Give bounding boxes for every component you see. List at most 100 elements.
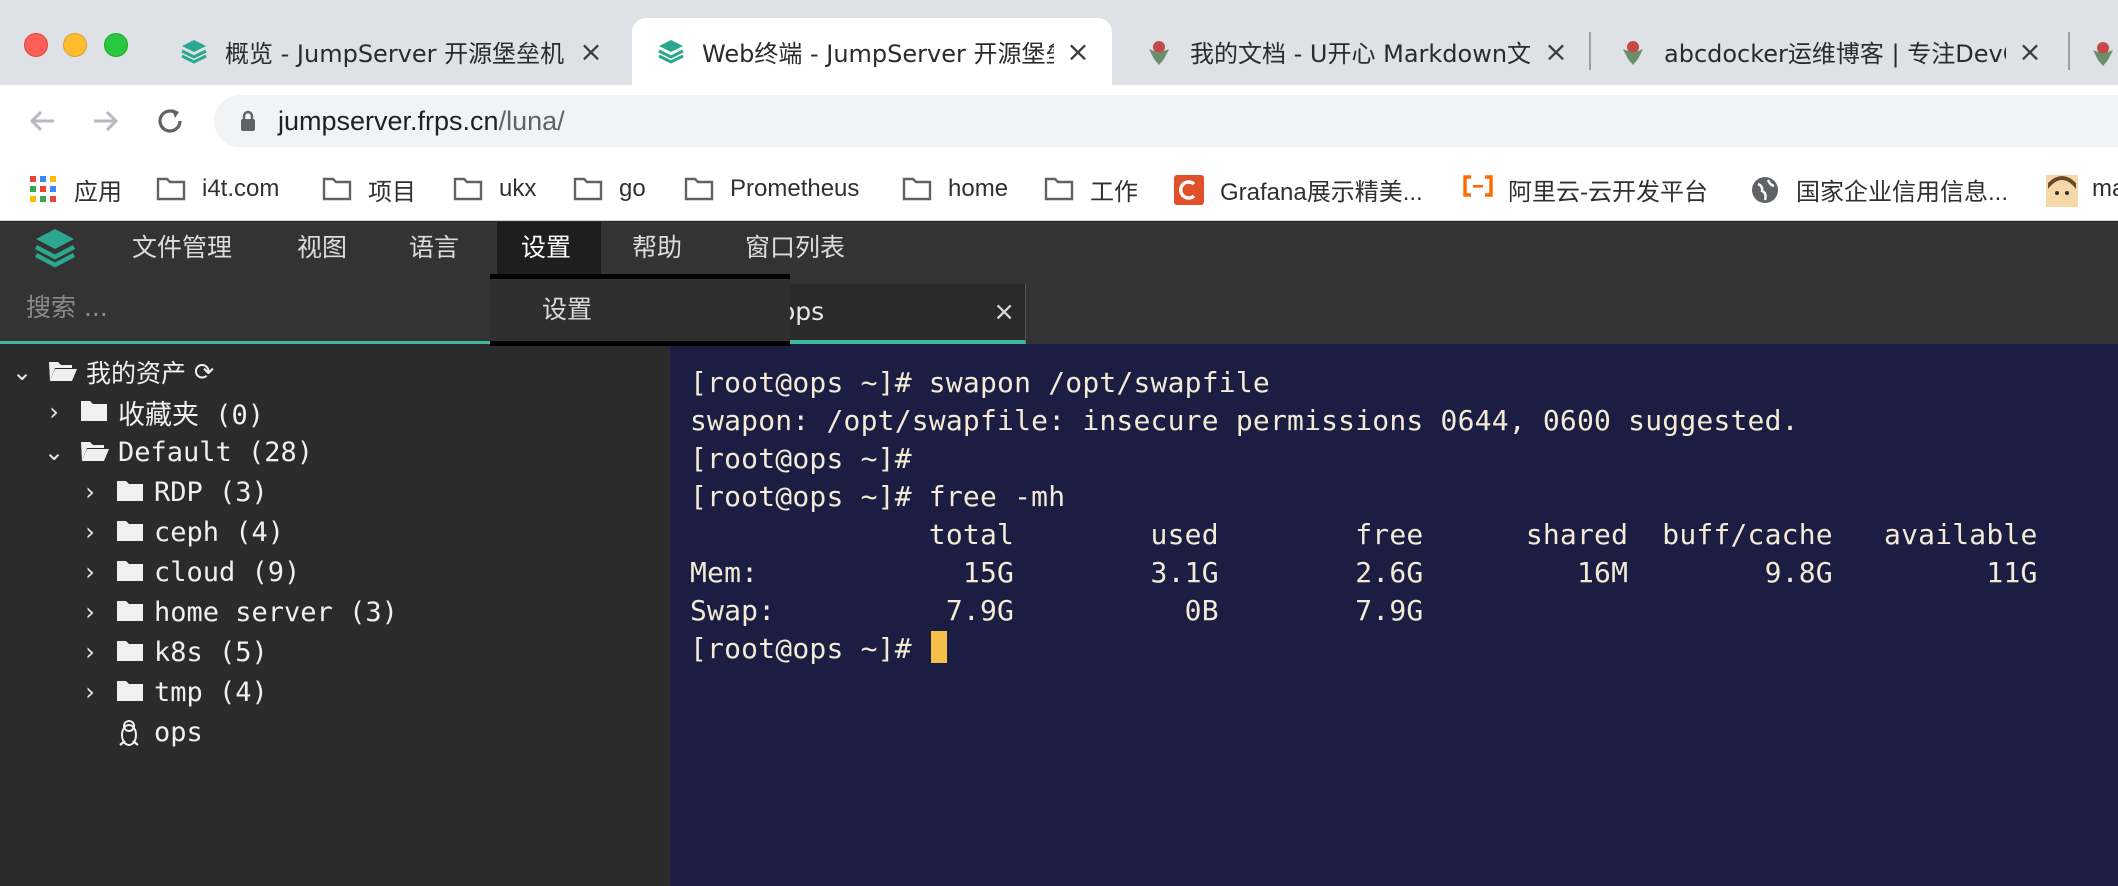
bookmark-label: ma [2092, 175, 2118, 202]
close-icon[interactable]: × [1064, 37, 1092, 66]
aliyun-icon [1462, 175, 1493, 203]
asset-search-input[interactable] [0, 274, 490, 344]
close-icon[interactable]: × [577, 37, 605, 66]
bookmark-grafana[interactable]: Grafana展示精美... [1174, 157, 1423, 221]
jumpserver-logo-icon [181, 39, 207, 64]
folder-icon [573, 175, 603, 203]
minimize-window-button[interactable] [63, 33, 87, 57]
folder-open-icon [48, 359, 80, 385]
bookmark-folder[interactable]: Prometheus [684, 157, 859, 221]
tree-node-group[interactable]: › RDP (3) [78, 472, 268, 512]
folder-icon [116, 559, 148, 585]
arrow-right-icon [94, 110, 119, 132]
tab-strip: ops × [0, 274, 2118, 344]
folder-icon [322, 175, 352, 203]
menu-view[interactable]: 视图 [273, 222, 371, 274]
menu-settings[interactable]: 设置 [497, 222, 601, 274]
bookmark-folder[interactable]: home [902, 157, 1008, 221]
terminal-line: [root@ops ~]# free -mh [690, 480, 1066, 513]
browser-tab[interactable]: 我的文档 - U开心 Markdown文档 × [1120, 18, 1590, 85]
arrow-left-icon [29, 110, 54, 132]
tree-node-group[interactable]: › tmp (4) [78, 672, 268, 712]
bookmark-label: 阿里云-云开发平台 [1508, 178, 1708, 206]
tree-node-host[interactable]: ops [116, 712, 203, 752]
chevron-right-icon[interactable]: › [78, 558, 102, 586]
folder-open-icon [80, 439, 112, 465]
close-icon[interactable]: × [2016, 37, 2044, 66]
terminal-line: swapon: /opt/swapfile: insecure permissi… [690, 404, 1799, 437]
chevron-right-icon[interactable]: › [78, 518, 102, 546]
terminal-pane[interactable]: [root@ops ~]# swapon /opt/swapfile swapo… [670, 344, 2118, 886]
menu-file-management[interactable]: 文件管理 [108, 222, 256, 274]
bookmark-label: 工作 [1090, 178, 1138, 206]
tree-node-label: k8s (5) [154, 636, 268, 668]
tab-separator [2068, 32, 2070, 70]
tree-node-label: ceph (4) [154, 516, 285, 548]
bookmark-folder[interactable]: i4t.com [156, 157, 279, 221]
chevron-down-icon[interactable]: ⌄ [42, 438, 66, 466]
favicon-icon [1623, 40, 1643, 65]
terminal-prompt-line: [root@ops ~]# [690, 630, 947, 668]
reload-button[interactable] [150, 101, 190, 141]
folder-icon [684, 175, 714, 203]
browser-toolbar: jumpserver.frps.cn/luna/ [0, 85, 2118, 157]
chevron-right-icon[interactable]: › [78, 598, 102, 626]
tree-node-group[interactable]: › home server (3) [78, 592, 398, 632]
folder-icon [116, 599, 148, 625]
tree-node-label: Default (28) [118, 436, 314, 468]
bookmark-avatar[interactable]: ma [2046, 157, 2118, 221]
bookmark-folder[interactable]: ukx [453, 157, 536, 221]
close-icon[interactable]: × [993, 284, 1015, 340]
folder-icon [1044, 175, 1074, 203]
chevron-right-icon[interactable]: › [78, 478, 102, 506]
folder-icon [453, 175, 483, 203]
bookmark-folder[interactable]: 工作 [1044, 157, 1138, 221]
reload-icon [158, 109, 182, 133]
back-button[interactable] [22, 101, 62, 141]
chevron-right-icon[interactable]: › [42, 398, 66, 426]
folder-icon [116, 639, 148, 665]
close-icon[interactable]: × [1542, 37, 1570, 66]
menu-language[interactable]: 语言 [385, 222, 483, 274]
bookmark-folder[interactable]: 项目 [322, 157, 416, 221]
browser-tab-active[interactable]: Web终端 - JumpServer 开源堡垒机 × [632, 18, 1112, 85]
forward-button[interactable] [86, 101, 126, 141]
bookmarks-bar: 应用 i4t.com 项目 ukx go Prometheus home 工作 … [0, 157, 2118, 221]
tree-node-group[interactable]: › cloud (9) [78, 552, 300, 592]
tree-node-favorites[interactable]: › 收藏夹 (0) [42, 392, 264, 432]
close-window-button[interactable] [24, 33, 48, 57]
address-bar[interactable]: jumpserver.frps.cn/luna/ [214, 95, 2118, 147]
tree-node-default[interactable]: ⌄ Default (28) [42, 432, 313, 472]
bookmark-aliyun[interactable]: 阿里云-云开发平台 [1462, 157, 1708, 221]
chevron-right-icon[interactable]: › [78, 678, 102, 706]
tree-node-label: tmp (4) [154, 676, 268, 708]
tree-node-label: cloud (9) [154, 556, 301, 588]
browser-tab[interactable]: 概览 - JumpServer 开源堡垒机 × [155, 18, 625, 85]
menu-help[interactable]: 帮助 [608, 222, 706, 274]
refresh-icon[interactable]: ⟳ [194, 358, 214, 386]
url-path: /luna/ [498, 105, 565, 136]
url-host: jumpserver.frps.cn [278, 105, 499, 136]
dropdown-item-settings[interactable]: 设置 [542, 279, 592, 341]
favicon-icon[interactable] [2088, 38, 2118, 68]
chevron-right-icon[interactable]: › [78, 638, 102, 666]
tree-node-label: home server (3) [154, 596, 398, 628]
tab-separator [1589, 32, 1591, 70]
tree-node-group[interactable]: › k8s (5) [78, 632, 268, 672]
apps-grid-icon [28, 175, 58, 203]
tree-node-group[interactable]: › ceph (4) [78, 512, 284, 552]
tree-node-my-assets[interactable]: ⌄ 我的资产 ⟳ [10, 352, 214, 392]
bookmark-folder[interactable]: go [573, 157, 646, 221]
chevron-down-icon[interactable]: ⌄ [10, 358, 34, 386]
browser-tab[interactable]: abcdocker运维博客 | 专注DevOps × [1594, 18, 2064, 85]
bookmark-apps[interactable]: 应用 [28, 157, 122, 221]
globe-icon [1750, 175, 1780, 203]
lock-icon [240, 110, 256, 132]
terminal-line: Swap: 7.9G 0B 7.9G [690, 594, 1424, 627]
bookmark-label: Prometheus [730, 175, 860, 202]
maximize-window-button[interactable] [104, 33, 128, 57]
url-text: jumpserver.frps.cn/luna/ [278, 106, 565, 137]
bookmark-globe[interactable]: 国家企业信用信息... [1750, 157, 2008, 221]
terminal-line: total used free shared buff/cache availa… [690, 518, 2038, 551]
menu-window-list[interactable]: 窗口列表 [721, 222, 869, 274]
